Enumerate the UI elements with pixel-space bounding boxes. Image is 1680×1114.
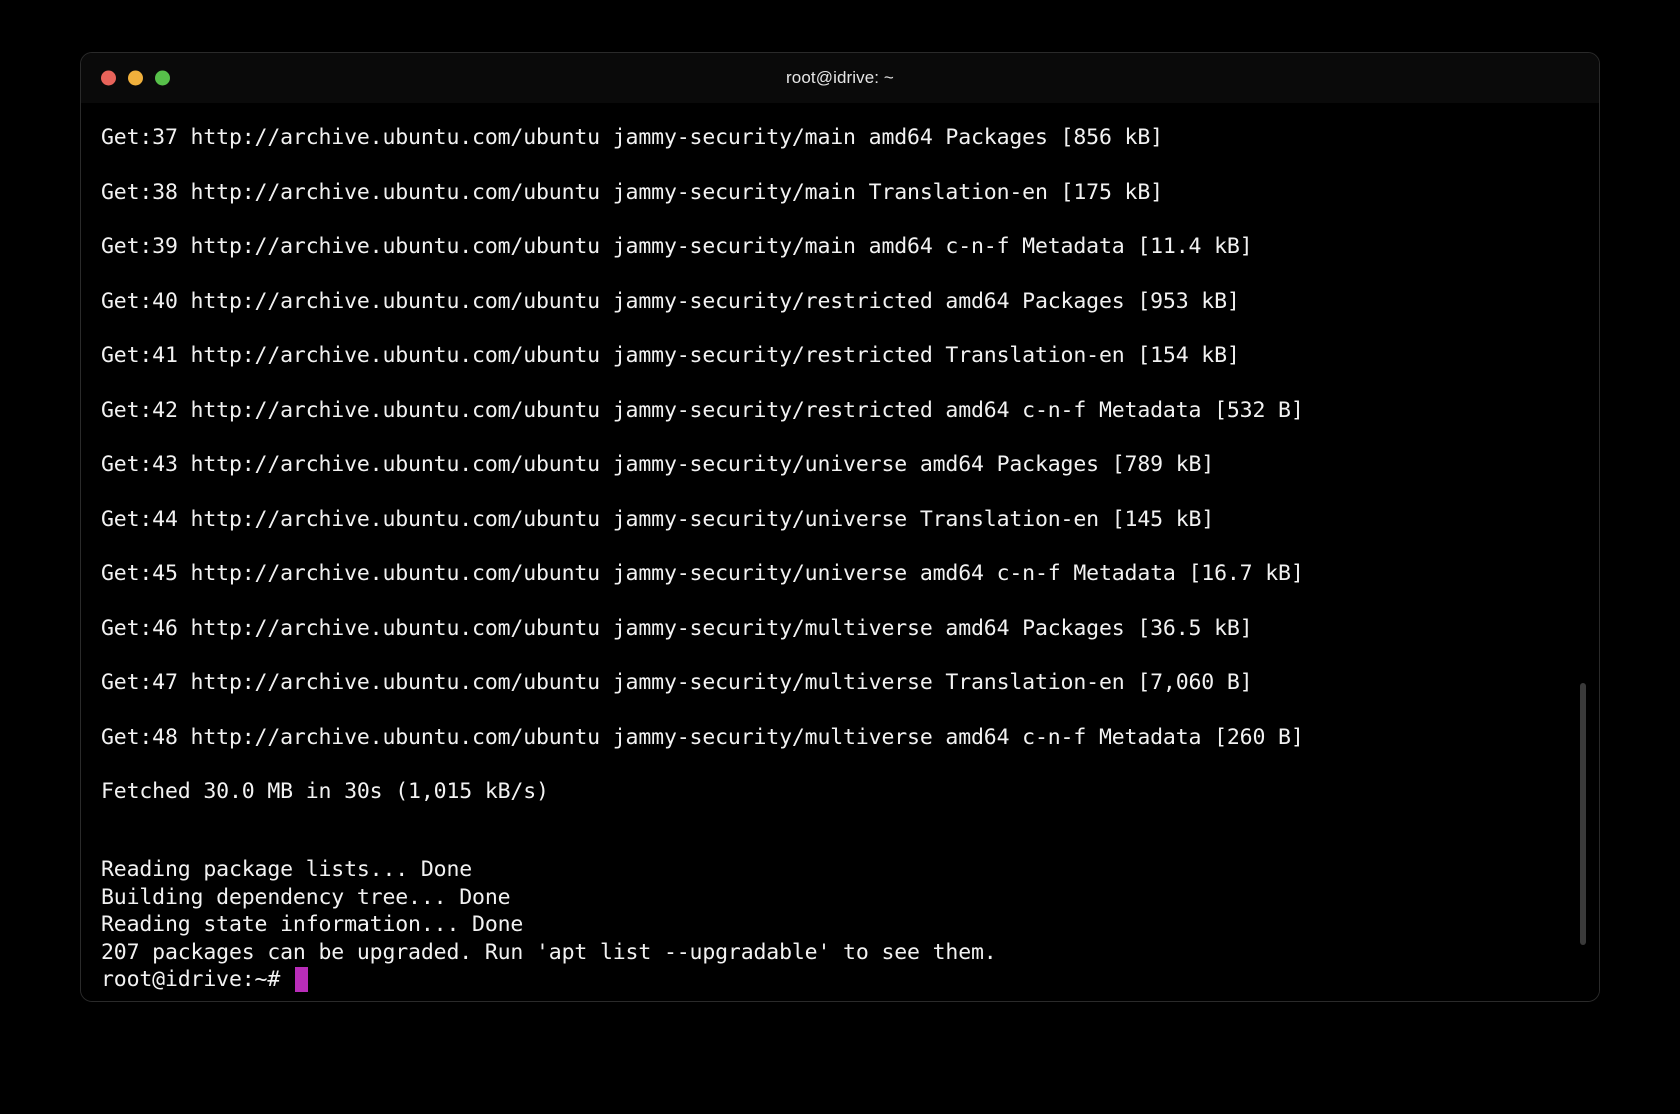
terminal-line: Get:37 http://archive.ubuntu.com/ubuntu … xyxy=(101,125,1163,150)
shell-prompt-text: root@idrive:~# xyxy=(101,967,293,992)
terminal-text-content: Get:37 http://archive.ubuntu.com/ubuntu … xyxy=(81,111,1599,994)
terminal-line: Get:40 http://archive.ubuntu.com/ubuntu … xyxy=(101,288,1240,314)
terminal-window: root@idrive: ~ Get:37 http://archive.ubu… xyxy=(80,52,1600,1002)
minimize-button[interactable] xyxy=(128,70,143,86)
traffic-light-controls xyxy=(101,70,170,86)
terminal-line: 207 packages can be upgraded. Run 'apt l… xyxy=(101,939,997,965)
terminal-line: Get:39 http://archive.ubuntu.com/ubuntu … xyxy=(101,234,1253,259)
terminal-line: Get:38 http://archive.ubuntu.com/ubuntu … xyxy=(101,179,1163,205)
terminal-line: Get:41 http://archive.ubuntu.com/ubuntu … xyxy=(101,343,1240,368)
terminal-line: Get:46 http://archive.ubuntu.com/ubuntu … xyxy=(101,615,1253,641)
window-title: root@idrive: ~ xyxy=(786,68,894,87)
maximize-button[interactable] xyxy=(155,70,170,86)
terminal-spacer xyxy=(101,847,1575,856)
terminal-line: Reading state information... Done xyxy=(101,912,524,937)
close-button[interactable] xyxy=(101,70,116,86)
terminal-line: Get:48 http://archive.ubuntu.com/ubuntu … xyxy=(101,724,1304,750)
terminal-fetched-line: Fetched 30.0 MB in 30s (1,015 kB/s) xyxy=(101,779,549,804)
scrollbar-thumb[interactable] xyxy=(1580,683,1586,945)
terminal-output-area[interactable]: Get:37 http://archive.ubuntu.com/ubuntu … xyxy=(81,103,1599,1001)
text-cursor xyxy=(294,967,308,993)
shell-prompt-line[interactable]: root@idrive:~# xyxy=(101,966,1575,994)
terminal-scrollbar[interactable] xyxy=(1577,103,1589,1001)
terminal-line: Get:45 http://archive.ubuntu.com/ubuntu … xyxy=(101,561,1304,586)
window-titlebar[interactable]: root@idrive: ~ xyxy=(81,53,1599,103)
terminal-line: Get:42 http://archive.ubuntu.com/ubuntu … xyxy=(101,397,1304,423)
terminal-line: Reading package lists... Done xyxy=(101,857,473,882)
terminal-line: Building dependency tree... Done xyxy=(101,884,511,910)
terminal-line: Get:44 http://archive.ubuntu.com/ubuntu … xyxy=(101,506,1215,532)
terminal-line: Get:47 http://archive.ubuntu.com/ubuntu … xyxy=(101,670,1253,695)
desktop-background: root@idrive: ~ Get:37 http://archive.ubu… xyxy=(0,0,1680,1114)
terminal-line: Get:43 http://archive.ubuntu.com/ubuntu … xyxy=(101,452,1215,477)
